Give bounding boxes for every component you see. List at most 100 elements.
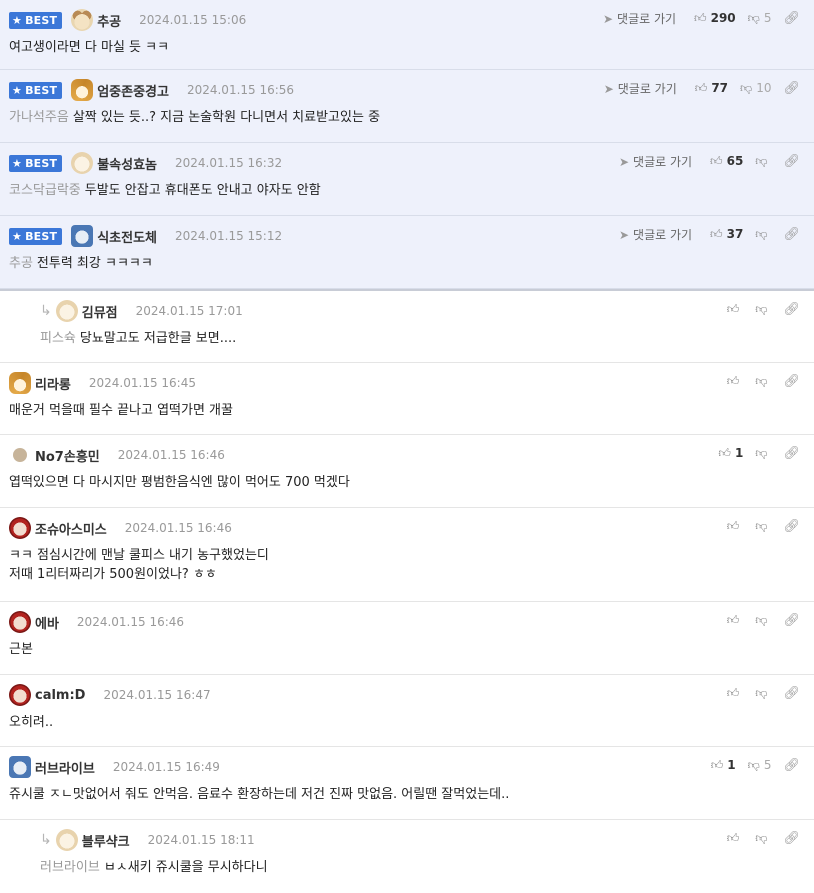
thumbs-up-icon: 👍︎ — [710, 226, 723, 241]
link-icon[interactable]: 🔗︎ — [783, 831, 800, 846]
comment-item: ★ BEST 불속성효놈 2024.01.15 16:32 ➤ 댓글로 가기 👍︎ 6… — [0, 143, 814, 216]
downvote-button[interactable]: 👎︎ — [755, 302, 771, 317]
thumbs-down-icon: 👎︎ — [747, 757, 760, 772]
nickname[interactable]: 에바 — [35, 613, 59, 632]
avatar[interactable] — [55, 829, 78, 851]
avatar[interactable] — [71, 225, 94, 247]
avatar[interactable] — [9, 372, 31, 394]
avatar[interactable] — [71, 152, 94, 174]
nickname[interactable]: calm:D — [35, 688, 85, 703]
avatar[interactable] — [9, 684, 31, 706]
comment-date: 2024.01.15 16:46 — [117, 448, 225, 462]
comment-date: 2024.01.15 16:47 — [103, 688, 211, 702]
thumbs-down-icon: 👎︎ — [755, 445, 768, 460]
thumbs-up-icon: 👍︎ — [726, 612, 740, 627]
mention[interactable]: 피스슉 — [40, 331, 76, 346]
link-icon[interactable]: 🔗︎ — [783, 227, 800, 242]
downvote-button[interactable]: 👎︎ 5 — [748, 758, 772, 773]
upvote-button[interactable]: 👍︎ 290 — [694, 11, 736, 26]
comment-list: ★ BEST 추공 2024.01.15 15:06 ➤ 댓글로 가기 👍︎ 290 … — [0, 0, 814, 893]
upvote-button[interactable]: 👍︎ — [727, 302, 744, 317]
upvote-button[interactable]: 👍︎ 37 — [710, 227, 743, 242]
best-badge: ★ BEST — [9, 81, 63, 99]
upvote-button[interactable]: 👍︎ 77 — [695, 81, 728, 96]
avatar[interactable] — [9, 756, 31, 778]
best-badge: ★ BEST — [9, 227, 63, 245]
upvote-button[interactable]: 👍︎ — [727, 613, 744, 628]
downvote-button[interactable]: 👎︎ — [755, 686, 771, 701]
mention[interactable]: 가나석주음 — [9, 110, 69, 125]
avatar[interactable] — [55, 300, 78, 322]
goto-reply-button[interactable]: ➤ 댓글로 가기 — [619, 153, 692, 170]
upvote-button[interactable]: 👍︎ 1 — [718, 446, 743, 461]
nickname[interactable]: 식초전도체 — [97, 227, 157, 246]
link-icon[interactable]: 🔗︎ — [783, 302, 800, 317]
upvote-button[interactable]: 👍︎ 65 — [710, 154, 743, 169]
upvote-button[interactable]: 👍︎ 1 — [711, 758, 736, 773]
downvote-button[interactable]: 👎︎ — [755, 831, 771, 846]
star-icon: ★ — [12, 229, 23, 243]
goto-reply-button[interactable]: ➤ 댓글로 가기 — [604, 80, 677, 97]
mention[interactable]: 코스닥급락중 — [9, 183, 81, 198]
thumbs-down-icon: 👎︎ — [755, 373, 768, 388]
send-icon: ➤ — [602, 11, 614, 26]
comment-body: 근본 — [9, 642, 33, 657]
nickname[interactable]: 조슈아스미스 — [35, 519, 107, 538]
downvote-button[interactable]: 👎︎ — [755, 227, 771, 242]
comment-item: ↳ 김뮤점 2024.01.15 17:01 👍︎ 👎︎ 🔗︎ 피스슉 당뇨말고도… — [0, 289, 814, 363]
goto-reply-button[interactable]: ➤ 댓글로 가기 — [619, 226, 692, 243]
link-icon[interactable]: 🔗︎ — [783, 446, 800, 461]
upvote-button[interactable]: 👍︎ — [727, 519, 744, 534]
link-icon[interactable]: 🔗︎ — [783, 519, 800, 534]
nickname[interactable]: 엄중존중경고 — [97, 81, 169, 100]
nickname[interactable]: 블루샥크 — [82, 831, 130, 850]
nickname[interactable]: 추공 — [97, 11, 121, 30]
comment-body: 가나석주음 살짝 있는 듯..? 지금 논술학원 다니면서 치료받고있는 중 — [9, 110, 381, 125]
comment-actions: 👍︎ 👎︎ 🔗︎ — [715, 683, 800, 703]
downvote-button[interactable]: 👎︎ 5 — [748, 11, 772, 26]
goto-reply-button[interactable]: ➤ 댓글로 가기 — [603, 10, 676, 27]
nickname[interactable]: No7손흥민 — [35, 446, 100, 465]
downvote-button[interactable]: 👎︎ — [755, 446, 771, 461]
comment-body: 엽떡있으면 다 마시지만 평범한음식엔 많이 먹어도 700 먹겠다 — [9, 475, 350, 490]
avatar[interactable] — [71, 9, 94, 31]
link-icon[interactable]: 🔗︎ — [783, 11, 800, 26]
star-icon: ★ — [12, 83, 23, 97]
comment-actions: 👍︎ 👎︎ 🔗︎ — [715, 299, 800, 319]
downvote-button[interactable]: 👎︎ — [755, 519, 771, 534]
link-icon[interactable]: 🔗︎ — [783, 374, 800, 389]
downvote-button[interactable]: 👎︎ 10 — [740, 81, 771, 96]
link-icon[interactable]: 🔗︎ — [783, 758, 800, 773]
link-icon[interactable]: 🔗︎ — [783, 686, 800, 701]
link-icon[interactable]: 🔗︎ — [783, 613, 800, 628]
link-icon[interactable]: 🔗︎ — [783, 154, 800, 169]
avatar[interactable] — [13, 448, 27, 462]
downvote-button[interactable]: 👎︎ — [755, 613, 771, 628]
upvote-button[interactable]: 👍︎ — [727, 374, 744, 389]
nickname[interactable]: 러브라이브 — [35, 758, 95, 777]
comment-header: ↳ 김뮤점 2024.01.15 17:01 — [0, 299, 814, 323]
upvote-button[interactable]: 👍︎ — [727, 831, 744, 846]
comment-actions: 👍︎ 1 👎︎ 🔗︎ — [706, 443, 800, 463]
link-icon[interactable]: 🔗︎ — [783, 81, 800, 96]
comment-body: 쥬시쿨 ㅈㄴ맛없어서 줘도 안먹음. 음료수 환장하는데 저건 진짜 맛없음. … — [9, 787, 510, 802]
comment-actions: ➤ 댓글로 가기 👍︎ 77 👎︎ 10 🔗︎ — [604, 78, 800, 98]
avatar[interactable] — [9, 611, 31, 633]
comment-item: 리라롱 2024.01.15 16:45 👍︎ 👎︎ 🔗︎ 매운거 먹을때 필수… — [0, 363, 814, 435]
avatar[interactable] — [9, 517, 31, 539]
star-icon: ★ — [12, 13, 23, 27]
nickname[interactable]: 리라롱 — [35, 374, 71, 393]
send-icon: ➤ — [618, 227, 630, 242]
downvote-button[interactable]: 👎︎ — [755, 154, 771, 169]
mention[interactable]: 러브라이브 — [40, 860, 100, 875]
nickname[interactable]: 불속성효놈 — [97, 154, 157, 173]
avatar[interactable] — [71, 79, 94, 101]
downvote-button[interactable]: 👎︎ — [755, 374, 771, 389]
comment-date: 2024.01.15 16:46 — [76, 615, 185, 629]
upvote-button[interactable]: 👍︎ — [727, 686, 744, 701]
mention[interactable]: 추공 — [9, 256, 33, 271]
comment-actions: 👍︎ 1 👎︎ 5 🔗︎ — [699, 755, 800, 775]
comment-actions: 👍︎ 👎︎ 🔗︎ — [715, 516, 800, 536]
nickname[interactable]: 김뮤점 — [82, 302, 118, 321]
thumbs-up-icon: 👍︎ — [694, 80, 708, 95]
